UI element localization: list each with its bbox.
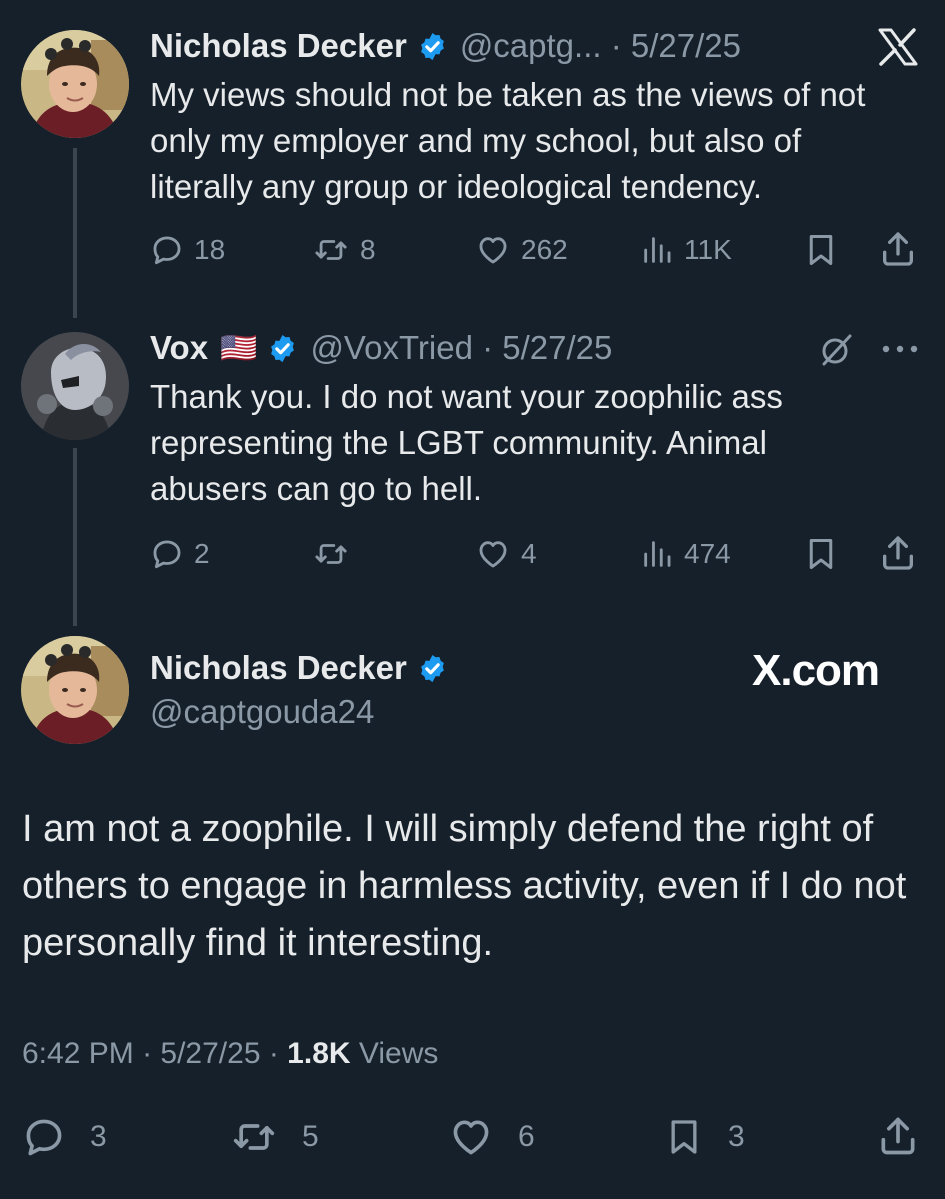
reply-count: 2 [194,538,210,569]
tweet-date[interactable]: 5/27/25 [502,329,612,367]
tweet-time[interactable]: 6:42 PM [22,1037,134,1070]
xcom-watermark: X.com [752,646,880,695]
tweet-meta: 6:42 PM · 5/27/25 · 1.8K Views [22,1034,438,1074]
like-button[interactable]: 262 [475,228,568,272]
author-name[interactable]: Vox [150,329,208,367]
share-icon[interactable] [878,229,918,274]
repost-button[interactable]: 8 [312,228,376,272]
tweet2-header: Vox 🇺🇸 @VoxTried · 5/27/25 [150,328,612,368]
share-icon[interactable] [876,1114,920,1163]
author-handle[interactable]: @VoxTried [310,329,473,367]
avatar-vox[interactable] [21,332,129,440]
reply-button[interactable]: 2 [150,532,210,576]
share-icon[interactable] [878,533,918,578]
views-button[interactable]: 474 [640,532,731,576]
like-count: 262 [521,234,568,265]
tweet-date[interactable]: 5/27/25 [160,1037,260,1070]
like-button[interactable]: 6 [448,1114,535,1160]
reply-icon [155,238,179,263]
author-name[interactable]: Nicholas Decker [150,649,407,687]
thread-line [73,148,77,318]
tweet1-header: Nicholas Decker @captg... · 5/27/25 [150,26,741,66]
views-count: 11K [684,234,732,265]
grok-icon[interactable] [818,332,854,373]
reply-icon [155,542,179,567]
author-name[interactable]: Nicholas Decker [150,27,407,65]
thread-line [73,448,77,626]
repost-button[interactable] [312,532,360,576]
separator-dot: · [601,27,631,64]
views-icon [646,239,669,262]
views-spacer [351,1037,359,1070]
author-handle[interactable]: @captgouda24 [150,692,374,732]
bookmark-count: 3 [728,1120,745,1153]
bookmark-icon [673,1122,695,1152]
like-icon [481,239,505,262]
more-icon[interactable] [880,342,920,361]
like-icon [481,543,505,566]
x-logo-icon[interactable] [878,28,918,71]
avatar-nicholas-decker[interactable] [21,636,129,744]
author-handle[interactable]: @captg... [460,27,602,65]
like-count: 6 [518,1120,535,1153]
bookmark-icon[interactable] [803,535,839,578]
reply-button[interactable]: 3 [22,1114,107,1160]
separator-dot: · [260,1037,288,1070]
repost-icon [317,546,345,563]
tweet-text: Thank you. I do not want your zoophilic … [150,378,783,507]
main-tweet-text: I am not a zoophile. I will simply defen… [22,808,907,964]
views-count: 1.8K [287,1037,351,1070]
verified-badge-icon [267,333,298,364]
separator-dot: · [472,329,503,366]
reply-count: 3 [90,1120,107,1153]
like-button[interactable]: 4 [475,532,537,576]
repost-button[interactable]: 5 [230,1114,319,1160]
us-flag: 🇺🇸 [220,331,258,365]
views-button[interactable]: 11K [640,228,732,272]
views-icon [646,543,669,566]
reply-icon [28,1121,59,1153]
like-count: 4 [521,538,537,569]
views-label: Views [358,1037,439,1070]
reply-count: 18 [194,234,226,265]
repost-icon [317,242,345,259]
repost-count: 5 [302,1120,319,1153]
bookmark-button[interactable]: 3 [664,1112,745,1162]
bookmark-icon[interactable] [803,231,839,274]
reply-button[interactable]: 18 [150,228,225,272]
separator-dot: · [133,1037,161,1070]
main-tweet-header: Nicholas Decker [150,648,460,688]
tweet-date[interactable]: 5/27/25 [631,27,741,65]
views-count: 474 [684,538,731,569]
repost-count: 8 [360,234,376,265]
tweet-text: My views should not be taken as the view… [150,76,866,205]
repost-icon [236,1126,273,1148]
verified-badge-icon [417,31,448,62]
verified-badge-icon [417,653,448,684]
avatar-nicholas-decker[interactable] [21,30,129,138]
like-icon [455,1122,486,1152]
